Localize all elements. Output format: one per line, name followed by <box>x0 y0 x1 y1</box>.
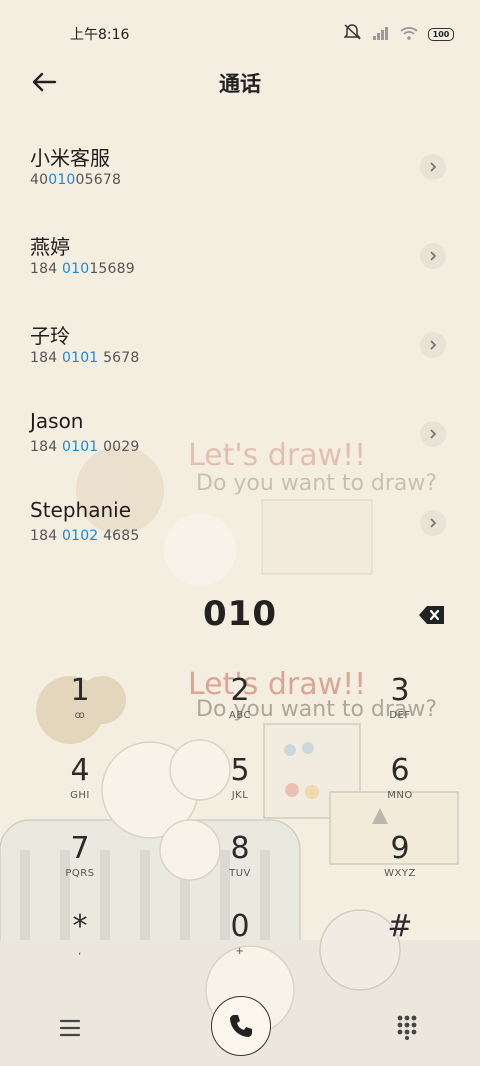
chevron-right-icon <box>430 251 437 261</box>
contact-number: 4001005678 <box>30 172 122 188</box>
contact-name: 燕婷 <box>30 235 70 259</box>
contact-list: 小米客服 4001005678 燕婷 184 01015689 子玲 184 0… <box>0 130 480 575</box>
phone-icon <box>230 1015 252 1037</box>
dialpad-icon <box>397 1015 417 1040</box>
status-icons: 100 <box>343 24 454 44</box>
key-1[interactable]: 1ꝏ <box>20 674 140 746</box>
status-bar: 上午8:16 100 <box>0 0 480 64</box>
contact-detail-button[interactable] <box>420 332 446 358</box>
contact-number: 184 0102 4685 <box>30 528 140 544</box>
contact-detail-button[interactable] <box>420 510 446 536</box>
key-4[interactable]: 4 GHI <box>20 754 140 826</box>
dialer-bottom-bar <box>0 990 480 1066</box>
key-8[interactable]: 8 TUV <box>180 832 300 904</box>
signal-icon <box>372 25 390 44</box>
contact-name: 小米客服 <box>30 146 110 170</box>
status-time: 上午8:16 <box>70 27 130 43</box>
chevron-right-icon <box>430 518 437 528</box>
contact-number: 184 01015689 <box>30 261 135 277</box>
key-6[interactable]: 6 MNO <box>340 754 460 826</box>
chevron-right-icon <box>430 429 437 439</box>
dial-panel: 010 1ꝏ 2 ABC 3 DEF 4 GHI 5 JKL 6 MNO 7 PQRS 8T… <box>0 574 480 1066</box>
key-5[interactable]: 5 JKL <box>180 754 300 826</box>
contact-item[interactable]: Stephanie 184 0102 4685 <box>0 486 480 575</box>
chevron-right-icon <box>430 162 437 172</box>
key-3[interactable]: 3 DEF <box>340 674 460 746</box>
contact-detail-button[interactable] <box>420 243 446 269</box>
header: 通话 <box>0 62 480 102</box>
chevron-right-icon <box>430 340 437 350</box>
backspace-button[interactable] <box>418 604 446 626</box>
contact-item[interactable]: Jason 184 0101 0029 <box>0 397 480 486</box>
key-hash[interactable]: # <box>340 910 460 982</box>
contact-name: 子玲 <box>30 324 70 348</box>
key-9[interactable]: 9 WXYZ <box>340 832 460 904</box>
key-star[interactable]: *, <box>20 910 140 982</box>
mute-icon <box>343 24 362 44</box>
contact-item[interactable]: 小米客服 4001005678 <box>0 130 480 219</box>
menu-icon <box>59 1019 81 1037</box>
keypad-toggle-button[interactable] <box>396 1014 418 1040</box>
voicemail-icon: ꝏ <box>74 710 86 721</box>
contact-detail-button[interactable] <box>420 421 446 447</box>
menu-button[interactable] <box>56 1016 84 1040</box>
contact-name: Jason <box>30 409 84 433</box>
contact-number: 184 0101 5678 <box>30 350 140 366</box>
battery-icon: 100 <box>428 27 454 41</box>
page-title: 通话 <box>219 72 261 96</box>
dialed-number: 010 <box>203 594 277 634</box>
key-0[interactable]: 0 + <box>180 910 300 982</box>
contact-name: Stephanie <box>30 498 132 522</box>
key-7[interactable]: 7 PQRS <box>20 832 140 904</box>
backspace-icon <box>419 606 444 624</box>
contact-item[interactable]: 子玲 184 0101 5678 <box>0 308 480 397</box>
wifi-icon <box>400 25 418 44</box>
key-2[interactable]: 2 ABC <box>180 674 300 746</box>
contact-detail-button[interactable] <box>420 154 446 180</box>
call-button[interactable] <box>211 996 271 1056</box>
contact-item[interactable]: 燕婷 184 01015689 <box>0 219 480 308</box>
contact-number: 184 0101 0029 <box>30 439 140 455</box>
